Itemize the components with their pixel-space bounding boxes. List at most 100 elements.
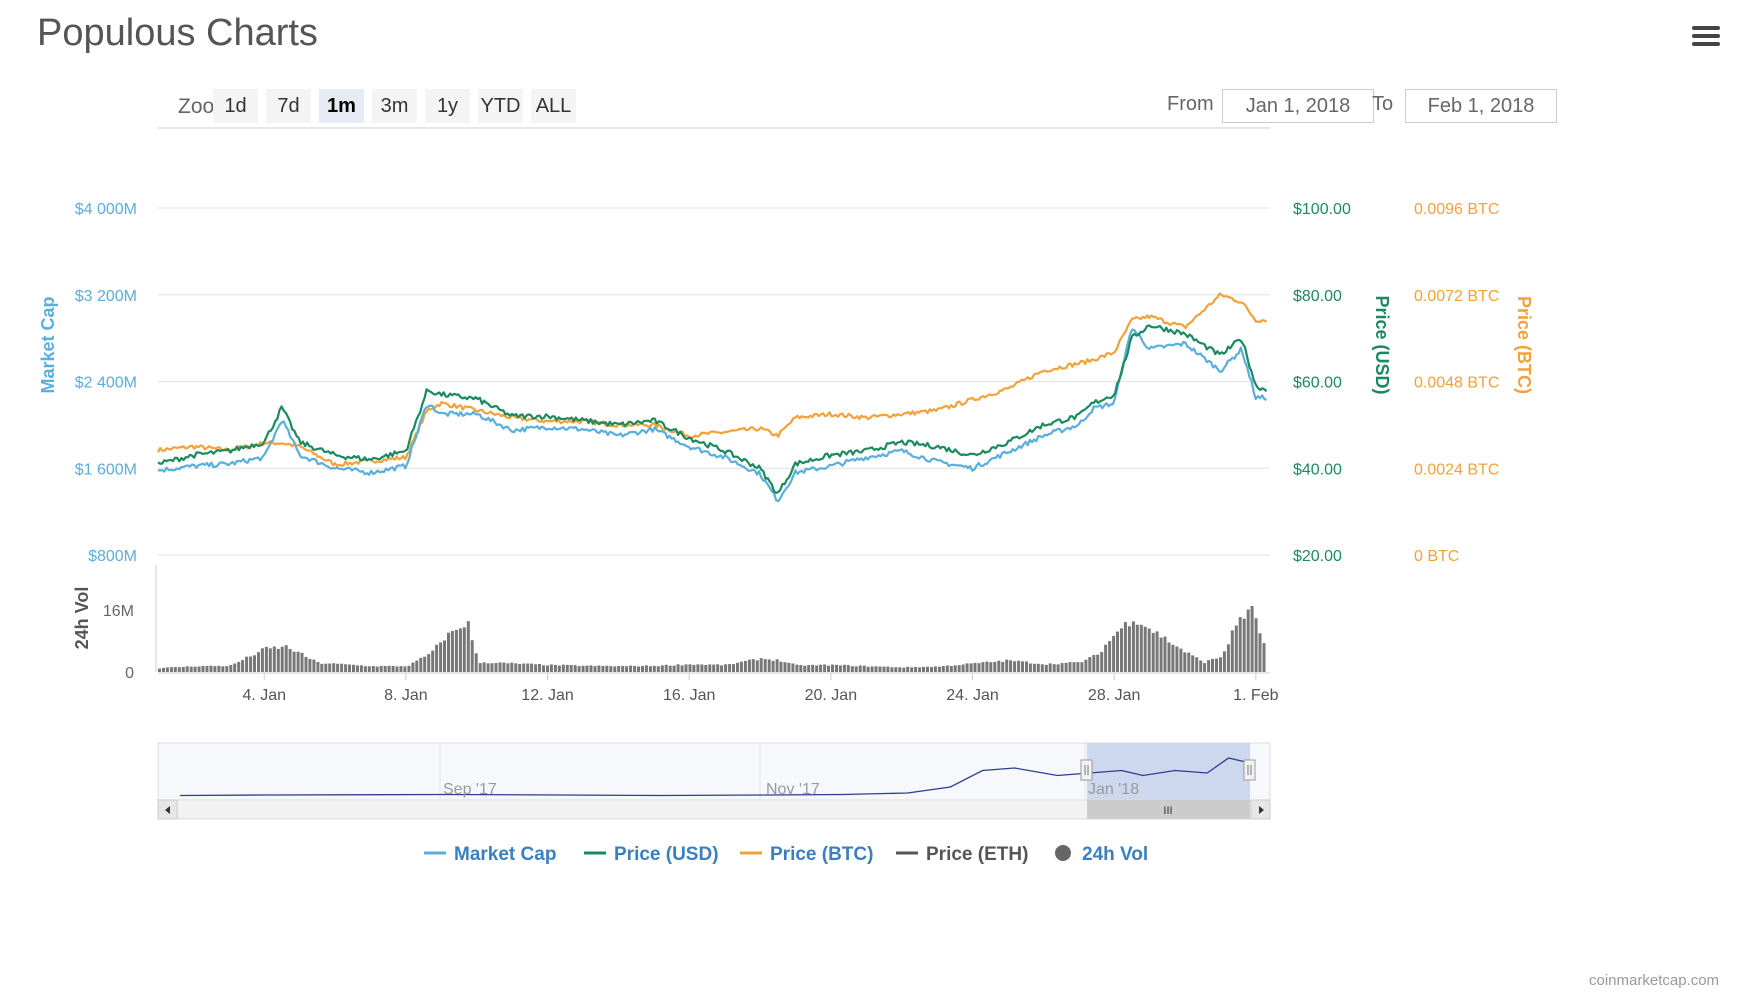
volume-bar [514, 663, 518, 672]
volume-bar [866, 666, 870, 672]
volume-bar [233, 663, 237, 672]
price-btc-tick-label: 0.0072 BTC [1414, 288, 1499, 305]
volume-bar [1155, 631, 1159, 672]
volume-tick-label: 0 [125, 665, 134, 682]
price-usd-tick-label: $100.00 [1293, 201, 1351, 218]
volume-bar [601, 666, 605, 672]
volume-bar [427, 654, 431, 672]
volume-bar [1203, 663, 1207, 672]
volume-bar [747, 659, 751, 672]
credits-link[interactable]: coinmarketcap.com [1589, 972, 1719, 989]
market-cap-tick-label: $1 600M [75, 461, 137, 478]
volume-bar [688, 664, 692, 672]
volume-bar [320, 663, 324, 672]
volume-bar [1143, 626, 1147, 672]
volume-bar [656, 666, 660, 672]
x-tick-label: 28. Jan [1088, 687, 1140, 704]
volume-bar [1088, 657, 1092, 672]
navigator-label-sep: Sep '17 [443, 781, 497, 798]
volume-bar [1230, 630, 1234, 672]
legend-label-price-eth: Price (ETH) [926, 844, 1028, 865]
price-btc-tick-label: 0 BTC [1414, 548, 1459, 565]
volume-bar [957, 665, 961, 672]
volume-bar [1199, 660, 1203, 672]
volume-bar [1222, 651, 1226, 672]
volume-bar [395, 666, 399, 672]
volume-bar [447, 632, 450, 672]
volume-bar [1215, 658, 1218, 672]
volume-bar [882, 666, 886, 672]
volume-bar [668, 665, 672, 672]
volume-bar [209, 665, 213, 672]
volume-bar [435, 644, 439, 672]
volume-bar [835, 664, 838, 672]
x-tick-label: 1. Feb [1233, 687, 1278, 704]
volume-bar [969, 663, 973, 672]
volume-bar [272, 646, 276, 672]
price-usd-tick-label: $40.00 [1293, 461, 1342, 478]
volume-bar [779, 661, 783, 672]
volume-bar [973, 662, 977, 672]
volume-bar [1108, 641, 1112, 672]
volume-bar [1112, 635, 1116, 672]
volume-tick-label: 16M [103, 603, 134, 620]
legend-item-price-usd[interactable]: Price (USD) [584, 844, 719, 865]
volume-bar [637, 666, 640, 672]
volume-bar [336, 663, 340, 672]
volume-bar [1219, 657, 1222, 672]
volume-bar [993, 661, 997, 672]
legend-item-24h-vol[interactable]: 24h Vol [1055, 844, 1148, 865]
scrollbar[interactable]: III [157, 799, 1271, 820]
legend-item-price-btc[interactable]: Price (BTC) [740, 844, 873, 865]
volume-bar [910, 667, 914, 672]
volume-bar [906, 666, 910, 672]
price-usd-tick-label: $80.00 [1293, 288, 1342, 305]
volume-bar [696, 664, 700, 672]
volume-bar [577, 666, 581, 672]
price-btc-tick-label: 0.0024 BTC [1414, 461, 1499, 478]
x-tick-label: 16. Jan [663, 687, 715, 704]
volume-bar [197, 666, 201, 672]
x-tick-label: 4. Jan [242, 687, 286, 704]
legend-label-24h-vol: 24h Vol [1082, 844, 1148, 865]
volume-bar [201, 665, 205, 672]
volume-bar [922, 666, 925, 672]
volume-bar [1163, 636, 1167, 672]
volume-bar [1092, 655, 1096, 672]
legend-item-price-eth[interactable]: Price (ETH) [896, 844, 1028, 865]
volume-bar [162, 668, 165, 672]
volume-bar [870, 666, 874, 672]
volume-bar [348, 664, 351, 672]
volume-bar [185, 666, 189, 672]
price-usd-tick-label: $20.00 [1293, 548, 1342, 565]
legend-label-price-btc: Price (BTC) [770, 844, 873, 865]
volume-bar [553, 664, 557, 672]
volume-bar [494, 663, 498, 672]
volume-bar [862, 665, 866, 672]
volume-bar [581, 665, 585, 672]
volume-bar [609, 666, 613, 672]
volume-bar [1187, 652, 1191, 672]
volume-bar [728, 664, 732, 672]
volume-bar [902, 667, 906, 672]
price-chart[interactable]: $800M $1 600M $2 400M $3 200M $4 000M $20.00 $… [0, 0, 1750, 994]
volume-bar [720, 665, 724, 672]
volume-bar [312, 659, 316, 672]
volume-bar [989, 662, 993, 672]
volume-bar [633, 666, 637, 672]
price-btc-line[interactable] [157, 292, 1268, 468]
volume-bar [569, 665, 573, 672]
volume-bar [613, 666, 617, 672]
volume-bar [593, 666, 597, 672]
legend-item-market-cap[interactable]: Market Cap [424, 844, 556, 865]
navigator-left-handle[interactable] [1080, 759, 1093, 781]
volume-bar [1060, 663, 1064, 672]
volume-bar [328, 663, 332, 672]
volume-bar [478, 663, 482, 672]
volume-bar [724, 664, 728, 672]
volume-bar [371, 666, 375, 672]
navigator[interactable]: Sep '17 Nov '17 Jan '18 [157, 742, 1271, 801]
volume-bar [253, 655, 256, 672]
navigator-right-handle[interactable] [1243, 759, 1256, 781]
volume-bar [1056, 664, 1060, 672]
